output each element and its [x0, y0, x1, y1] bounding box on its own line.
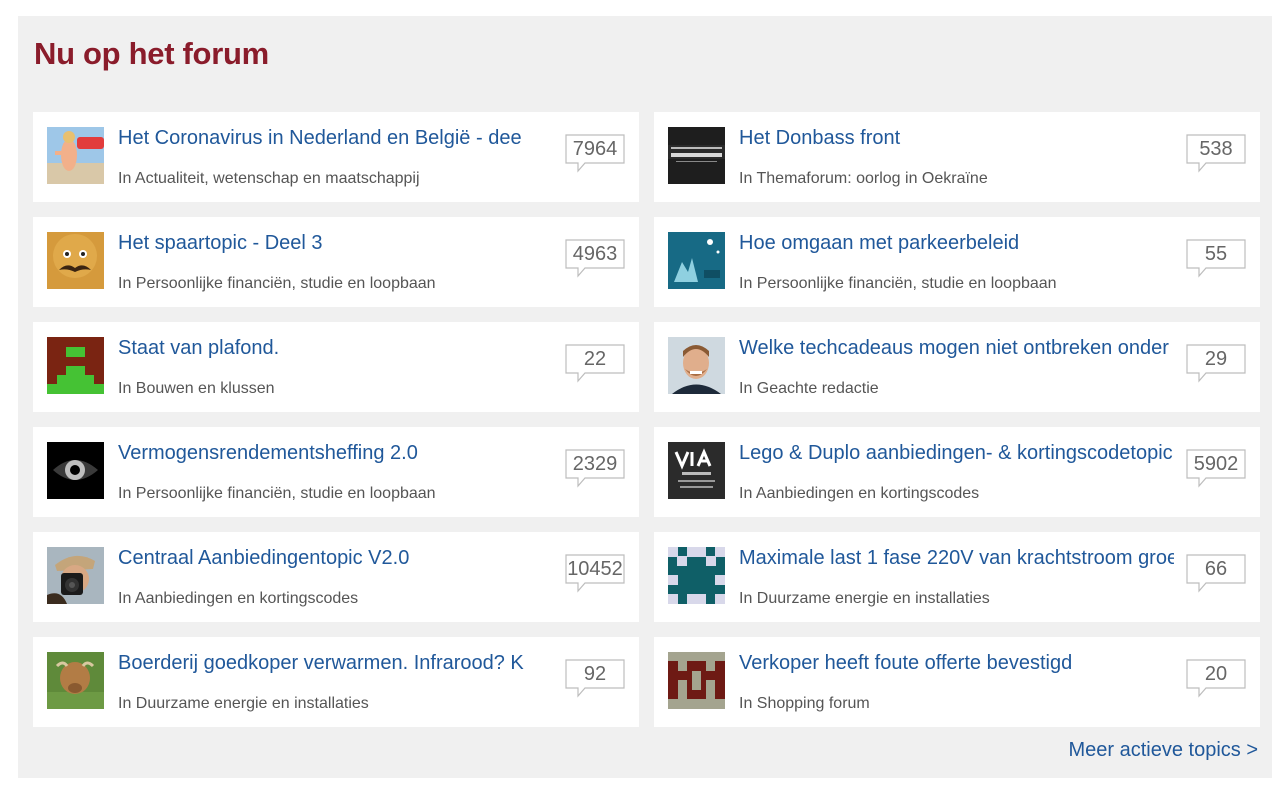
topic-title[interactable]: Het Coronavirus in Nederland en België -…	[118, 126, 553, 150]
topic-card[interactable]: Verkoper heeft foute offerte bevestigd I…	[654, 637, 1260, 727]
reply-count-bubble: 4963	[565, 239, 625, 278]
topic-category[interactable]: In Bouwen en klussen	[118, 379, 275, 399]
topic-category[interactable]: In Persoonlijke financiën, studie en loo…	[739, 274, 1057, 294]
reply-count: 10452	[567, 558, 623, 580]
topic-card[interactable]: Staat van plafond. In Bouwen en klussen …	[33, 322, 639, 412]
topic-card[interactable]: Boerderij goedkoper verwarmen. Infrarood…	[33, 637, 639, 727]
reply-count: 5902	[1193, 453, 1239, 475]
highland-cow-avatar-icon	[47, 652, 104, 709]
topic-card[interactable]: Het Donbass front In Themaforum: oorlog …	[654, 112, 1260, 202]
beach-avatar-icon	[47, 127, 104, 184]
topic-card[interactable]: Centraal Aanbiedingentopic V2.0 In Aanbi…	[33, 532, 639, 622]
topic-category[interactable]: In Persoonlijke financiën, studie en loo…	[118, 484, 436, 504]
topic-category[interactable]: In Themaforum: oorlog in Oekraïne	[739, 169, 988, 189]
topic-title[interactable]: Het Donbass front	[739, 126, 1174, 150]
portrait-avatar-icon	[668, 337, 725, 394]
reply-count-bubble: 66	[1186, 554, 1246, 593]
section-title: Nu op het forum	[34, 36, 269, 71]
reply-count-bubble: 22	[565, 344, 625, 383]
reply-count-bubble: 20	[1186, 659, 1246, 698]
reply-count-bubble: 2329	[565, 449, 625, 488]
topic-grid: Het Coronavirus in Nederland en België -…	[33, 112, 1260, 727]
reply-count: 92	[583, 663, 607, 685]
topic-title[interactable]: Boerderij goedkoper verwarmen. Infrarood…	[118, 651, 553, 675]
topic-card[interactable]: Welke techcadeaus mogen niet ontbreken o…	[654, 322, 1260, 412]
topic-title[interactable]: Welke techcadeaus mogen niet ontbreken o…	[739, 336, 1174, 360]
reply-count: 22	[583, 348, 607, 370]
topic-card[interactable]: Vermogensrendementsheffing 2.0 In Persoo…	[33, 427, 639, 517]
teal-illustration-avatar-icon	[668, 232, 725, 289]
topic-category[interactable]: In Duurzame energie en installaties	[739, 589, 990, 609]
topic-title[interactable]: Hoe omgaan met parkeerbeleid	[739, 231, 1174, 255]
topic-category[interactable]: In Aanbiedingen en kortingscodes	[739, 484, 979, 504]
topic-title[interactable]: Maximale last 1 fase 220V van krachtstro…	[739, 546, 1174, 570]
reply-count-bubble: 10452	[565, 554, 625, 593]
reply-count: 55	[1204, 243, 1228, 265]
via-chip-avatar-icon	[668, 442, 725, 499]
pixel-identicon-avatar-icon	[668, 547, 725, 604]
reply-count: 7964	[572, 138, 618, 160]
reply-count-bubble: 92	[565, 659, 625, 698]
mustache-character-avatar-icon	[47, 232, 104, 289]
pixel-identicon-avatar-icon	[668, 652, 725, 709]
camera-person-avatar-icon	[47, 547, 104, 604]
topic-category[interactable]: In Duurzame energie en installaties	[118, 694, 369, 714]
reply-count: 20	[1204, 663, 1228, 685]
topic-title[interactable]: Staat van plafond.	[118, 336, 553, 360]
topic-title[interactable]: Centraal Aanbiedingentopic V2.0	[118, 546, 553, 570]
eye-avatar-icon	[47, 442, 104, 499]
topic-card[interactable]: Hoe omgaan met parkeerbeleid In Persoonl…	[654, 217, 1260, 307]
reply-count: 4963	[572, 243, 618, 265]
reply-count: 66	[1204, 558, 1228, 580]
topic-title[interactable]: Het spaartopic - Deel 3	[118, 231, 553, 255]
reply-count-bubble: 55	[1186, 239, 1246, 278]
historian-shirt-avatar-icon	[668, 127, 725, 184]
topic-card[interactable]: Lego & Duplo aanbiedingen- & kortingscod…	[654, 427, 1260, 517]
reply-count-bubble: 7964	[565, 134, 625, 173]
topic-card[interactable]: Het spaartopic - Deel 3 In Persoonlijke …	[33, 217, 639, 307]
topic-category[interactable]: In Aanbiedingen en kortingscodes	[118, 589, 358, 609]
reply-count-bubble: 538	[1186, 134, 1246, 173]
pixel-identicon-avatar-icon	[47, 337, 104, 394]
topic-title[interactable]: Verkoper heeft foute offerte bevestigd	[739, 651, 1174, 675]
topic-category[interactable]: In Actualiteit, wetenschap en maatschapp…	[118, 169, 420, 189]
topic-category[interactable]: In Shopping forum	[739, 694, 870, 714]
topic-title[interactable]: Lego & Duplo aanbiedingen- & kortingscod…	[739, 441, 1174, 465]
topic-card[interactable]: Maximale last 1 fase 220V van krachtstro…	[654, 532, 1260, 622]
topic-category[interactable]: In Persoonlijke financiën, studie en loo…	[118, 274, 436, 294]
reply-count: 538	[1199, 138, 1233, 160]
forum-panel: Nu op het forum Het Coronavirus in Neder…	[18, 16, 1272, 778]
topic-category[interactable]: In Geachte redactie	[739, 379, 879, 399]
reply-count: 29	[1204, 348, 1228, 370]
topic-title[interactable]: Vermogensrendementsheffing 2.0	[118, 441, 553, 465]
reply-count-bubble: 29	[1186, 344, 1246, 383]
more-topics-link[interactable]: Meer actieve topics >	[1068, 739, 1258, 762]
topic-card[interactable]: Het Coronavirus in Nederland en België -…	[33, 112, 639, 202]
reply-count: 2329	[572, 453, 618, 475]
reply-count-bubble: 5902	[1186, 449, 1246, 488]
